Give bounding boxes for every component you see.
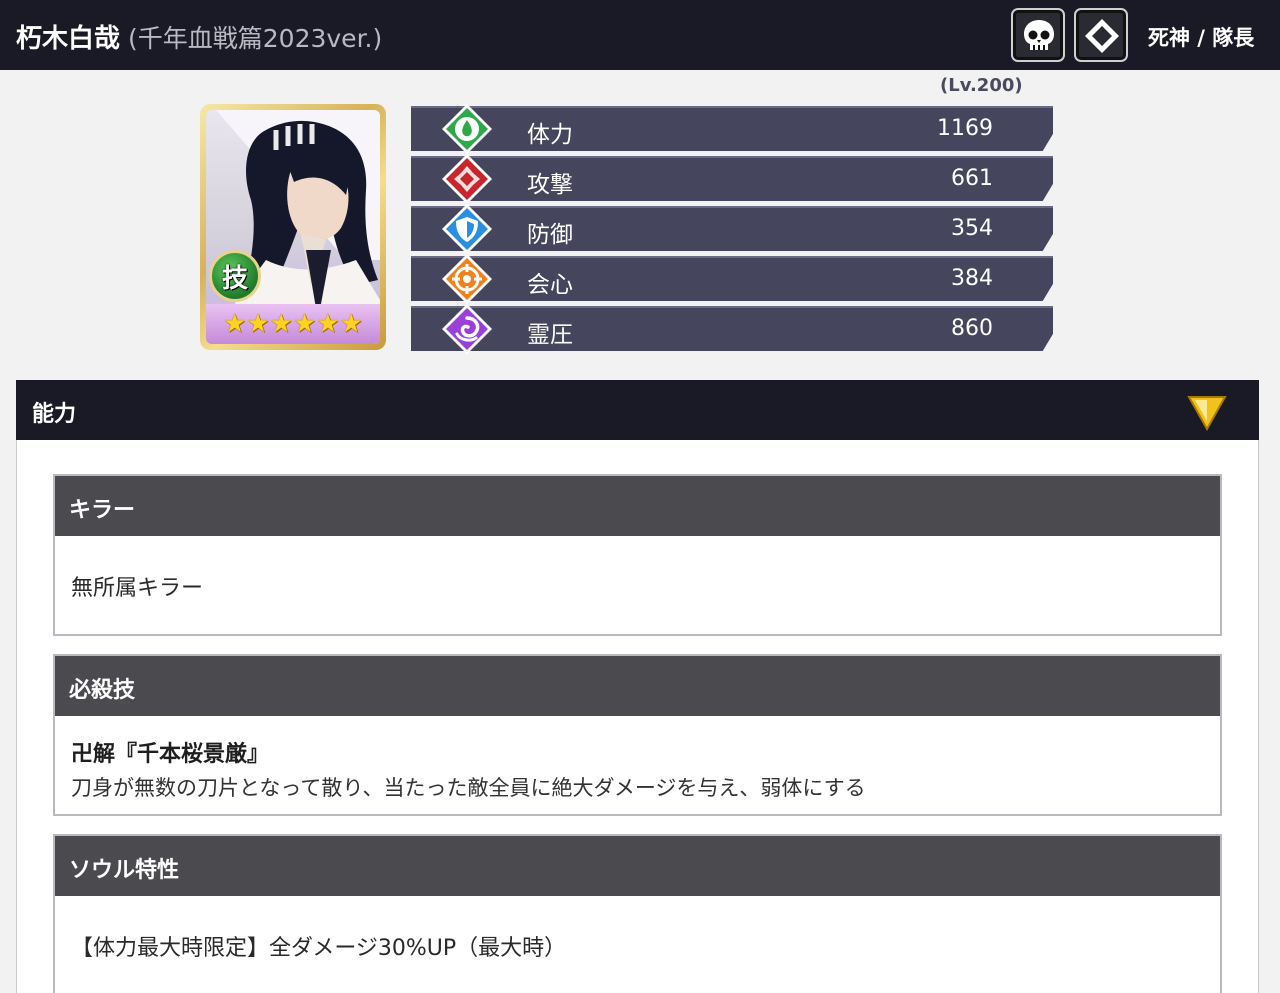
top-header: 朽木白哉 (千年血戦篇2023ver.) 死神 / 隊長 xyxy=(0,0,1280,70)
killer-card-text: 無所属キラー xyxy=(71,576,204,601)
soul-trait-text: 【体力最大時限定】全ダメージ30%UP（最大時） xyxy=(71,936,567,961)
ability-title: 能力 xyxy=(32,402,77,427)
stat-value: 384 xyxy=(951,266,993,291)
critical-icon xyxy=(442,254,492,304)
stat-label: 攻撃 xyxy=(527,172,573,198)
stat-row-hp: 体力 1169 xyxy=(411,106,1053,151)
spirit-icon xyxy=(442,304,492,354)
character-portrait[interactable]: 技 ★★★★★★ xyxy=(200,104,386,350)
rarity-stars-text: ★★★★★★ xyxy=(223,309,363,339)
stat-label: 防御 xyxy=(527,222,573,248)
stat-row-defense: 防御 354 xyxy=(411,206,1053,251)
stat-value: 354 xyxy=(951,216,993,241)
character-version: (千年血戦篇2023ver.) xyxy=(128,24,383,53)
level-label: (Lv.200) xyxy=(940,75,1023,96)
character-name: 朽木白哉 (千年血戦篇2023ver.) xyxy=(16,18,382,55)
rarity-stars: ★★★★★★ xyxy=(206,304,380,344)
special-move-desc: 刀身が無数の刀片となって散り、当たった敵全員に絶大ダメージを与え、弱体にする xyxy=(71,776,866,800)
stat-value: 661 xyxy=(951,166,993,191)
skull-icon[interactable] xyxy=(1011,8,1065,62)
stat-label: 霊圧 xyxy=(527,322,573,348)
killer-card-title: キラー xyxy=(55,476,1220,536)
stat-row-spirit: 霊圧 860 xyxy=(411,306,1053,351)
special-move-card: 必殺技 卍解『千本桜景厳』 刀身が無数の刀片となって散り、当たった敵全員に絶大ダ… xyxy=(53,654,1222,816)
collapse-toggle-icon[interactable] xyxy=(1187,395,1227,431)
stat-label: 会心 xyxy=(527,272,573,298)
character-name-text: 朽木白哉 xyxy=(16,24,121,54)
soul-trait-card: ソウル特性 【体力最大時限定】全ダメージ30%UP（最大時） xyxy=(53,834,1222,993)
portrait-image: 技 ★★★★★★ xyxy=(206,110,380,344)
ability-section-header[interactable]: 能力 xyxy=(16,380,1259,440)
special-move-body: 卍解『千本桜景厳』 刀身が無数の刀片となって散り、当たった敵全員に絶大ダメージを… xyxy=(55,736,1220,802)
class-label: 死神 / 隊長 xyxy=(1148,26,1255,50)
stat-row-attack: 攻撃 661 xyxy=(411,156,1053,201)
diamond-icon[interactable] xyxy=(1074,8,1128,62)
stat-label: 体力 xyxy=(527,122,573,148)
attack-icon xyxy=(442,154,492,204)
defense-icon xyxy=(442,204,492,254)
special-move-card-title: 必殺技 xyxy=(55,656,1220,716)
hp-icon xyxy=(442,104,492,154)
soul-trait-card-title: ソウル特性 xyxy=(55,836,1220,896)
special-move-name: 卍解『千本桜景厳』 xyxy=(71,742,270,767)
stat-row-critical: 会心 384 xyxy=(411,256,1053,301)
killer-card: キラー 無所属キラー xyxy=(53,474,1222,636)
skill-type-badge: 技 xyxy=(209,250,261,302)
stat-value: 860 xyxy=(951,316,993,341)
stat-value: 1169 xyxy=(937,116,993,141)
